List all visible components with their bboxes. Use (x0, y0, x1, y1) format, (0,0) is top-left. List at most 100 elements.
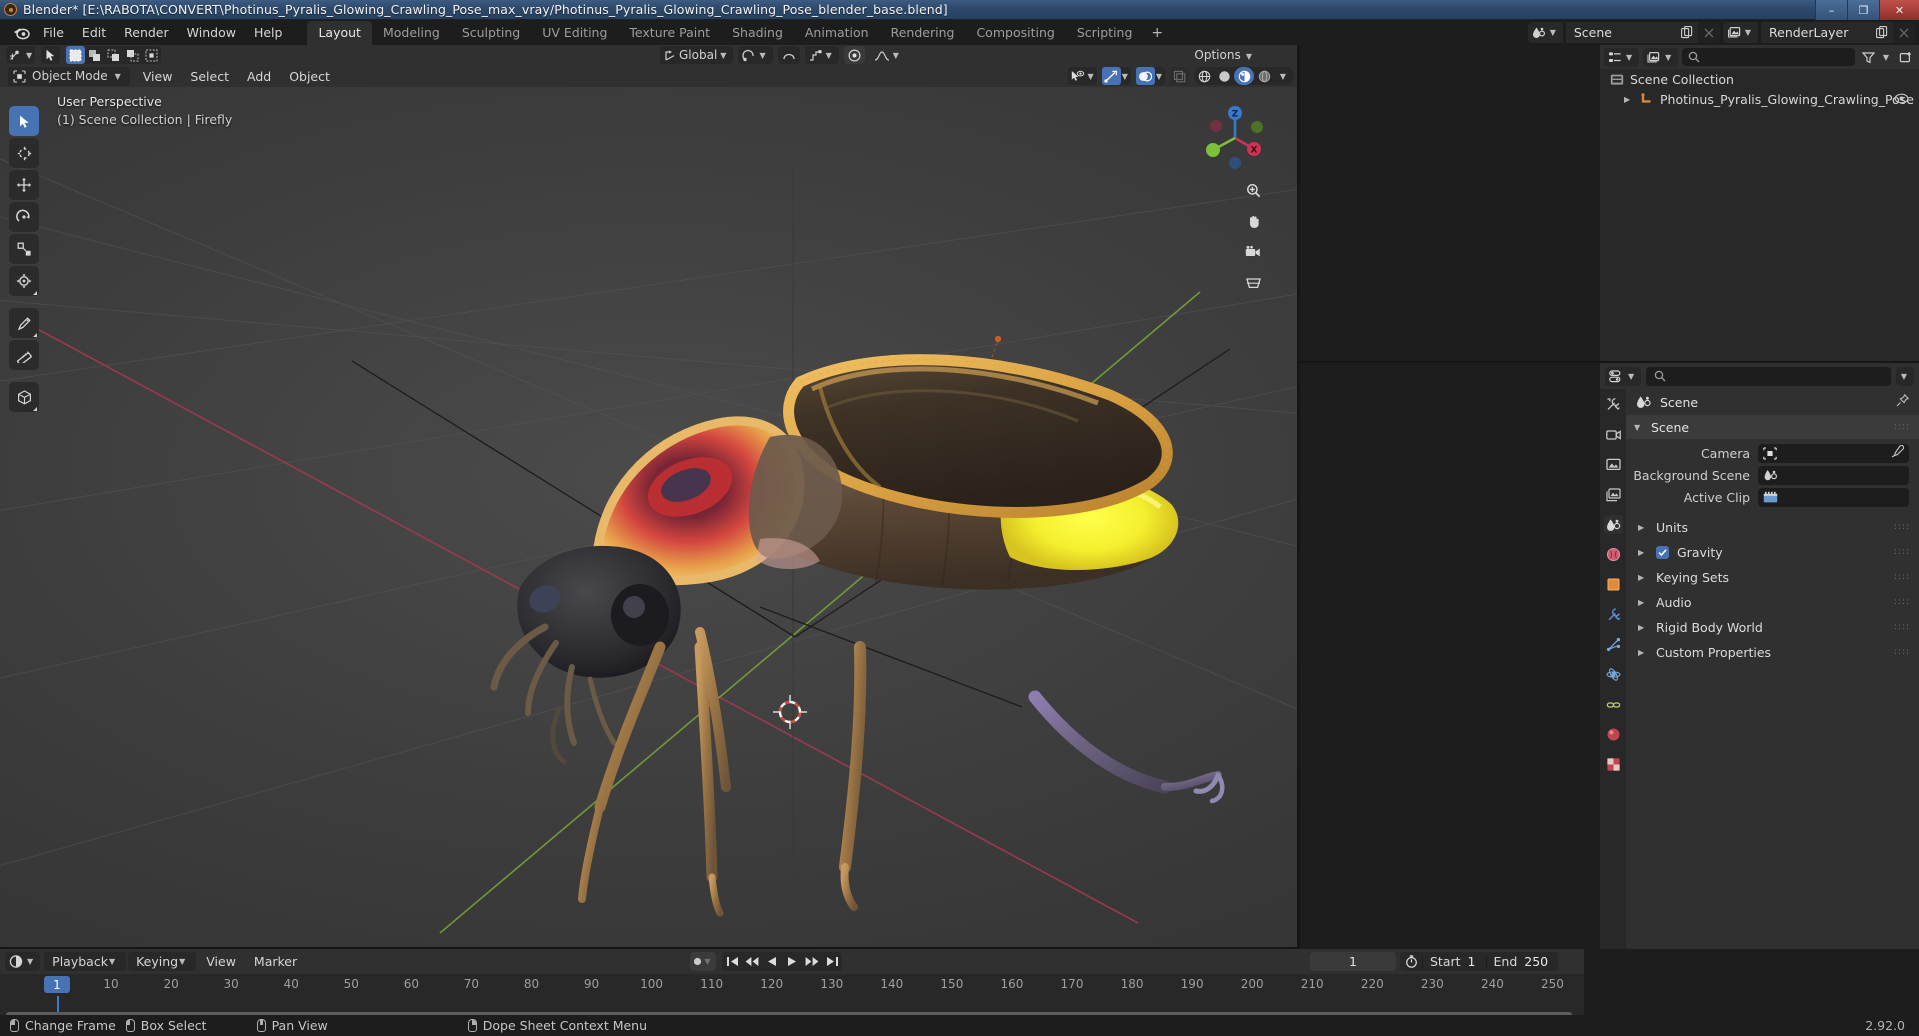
proportional-editing-objects-toggle[interactable] (843, 46, 865, 64)
pan-hand-icon[interactable] (1242, 210, 1264, 232)
outliner-row[interactable]: ▶ Photinus_Pyralis_Glowing_Crawling_Pose (1600, 89, 1919, 109)
tool-scale[interactable] (9, 234, 39, 264)
tab-render[interactable] (1604, 425, 1623, 444)
workspace-tab-layout[interactable]: Layout (307, 21, 372, 45)
end-frame-value[interactable]: 250 (1524, 954, 1558, 969)
region-divider-horizontal[interactable] (1297, 361, 1919, 363)
collapsed-panel-keying-sets[interactable]: ▶ Keying Sets:::: (1626, 567, 1919, 587)
menu-help[interactable]: Help (245, 22, 292, 44)
shading-options-caret[interactable]: ▼ (1274, 67, 1294, 85)
workspace-tab-uv-editing[interactable]: UV Editing (531, 21, 618, 45)
tab-view-layer[interactable] (1604, 485, 1623, 504)
playhead-frame-indicator[interactable]: 1 (44, 976, 70, 993)
close-button[interactable]: ✕ (1879, 0, 1919, 20)
timeline-menu-view[interactable]: View (198, 953, 244, 970)
gizmo-icon[interactable] (1101, 67, 1121, 85)
minimize-button[interactable]: – (1815, 0, 1847, 20)
property-field[interactable] (1758, 443, 1909, 463)
timeline-menu-playback[interactable]: Playback ▼ (44, 952, 127, 971)
region-divider-vertical[interactable] (1297, 45, 1300, 949)
tool-measure[interactable] (9, 340, 39, 370)
properties-options-dropdown[interactable]: ▼ (1895, 366, 1914, 386)
outliner-row[interactable]: Scene Collection (1600, 69, 1919, 89)
collapsed-panel-units[interactable]: ▶ Units:::: (1626, 517, 1919, 537)
editor-type-selector[interactable]: ▼ (6, 46, 36, 64)
start-frame-value[interactable]: 1 (1468, 954, 1486, 969)
pin-icon[interactable] (1896, 393, 1910, 411)
menu-render[interactable]: Render (115, 22, 178, 44)
proportional-falloff-dropdown[interactable]: ▼ (804, 46, 839, 64)
collapsed-panel-custom-properties[interactable]: ▶ Custom Properties:::: (1626, 642, 1919, 662)
collapsed-panel-rigid-body-world[interactable]: ▶ Rigid Body World:::: (1626, 617, 1919, 637)
tool-move[interactable] (9, 170, 39, 200)
shading-material-icon[interactable] (1234, 67, 1254, 85)
eye-icon[interactable] (1894, 92, 1909, 107)
select-set-icon[interactable] (66, 46, 86, 64)
add-workspace-button[interactable]: + (1143, 22, 1171, 44)
scene-name-field[interactable]: Scene (1565, 22, 1720, 43)
menu-file[interactable]: File (34, 22, 73, 44)
menu-edit[interactable]: Edit (73, 22, 115, 44)
workspace-tab-modeling[interactable]: Modeling (372, 21, 451, 45)
workspace-tab-scripting[interactable]: Scripting (1066, 21, 1144, 45)
auto-keying-toggle[interactable]: ▼ (690, 952, 716, 971)
select-subtract-icon[interactable] (104, 46, 123, 64)
workspace-tab-compositing[interactable]: Compositing (965, 21, 1065, 45)
outliner-display-mode-dropdown[interactable]: ▼ (1643, 47, 1679, 67)
tab-texture[interactable] (1604, 755, 1623, 774)
viewport-options-dropdown[interactable]: Options (1194, 48, 1240, 62)
property-field[interactable] (1758, 487, 1909, 507)
viewport-menu-view[interactable]: View (135, 68, 181, 85)
workspace-tab-shading[interactable]: Shading (721, 21, 794, 45)
jump-to-end-button[interactable] (822, 952, 842, 971)
unlink-scene-button[interactable] (1697, 22, 1720, 43)
tab-physics[interactable] (1604, 665, 1623, 684)
viewport-menu-object[interactable]: Object (281, 68, 338, 85)
scene-panel-header[interactable]: ▼ Scene :::: (1626, 415, 1919, 439)
menu-window[interactable]: Window (178, 22, 245, 44)
shading-rendered-icon[interactable] (1254, 67, 1274, 85)
overlays-icon[interactable] (1135, 67, 1155, 85)
shading-wireframe-icon[interactable] (1194, 67, 1214, 85)
blender-logo-icon[interactable] (8, 25, 34, 40)
maximize-button[interactable]: ❐ (1847, 0, 1879, 20)
collapsed-panel-audio[interactable]: ▶ Audio:::: (1626, 592, 1919, 612)
outliner-new-collection-icon[interactable] (1896, 48, 1915, 66)
falloff-curve-dropdown[interactable]: ▼ (870, 46, 906, 64)
proportional-editing-toggle[interactable] (777, 46, 800, 64)
tab-material[interactable] (1604, 725, 1623, 744)
tool-rotate[interactable] (9, 202, 39, 232)
tab-tool[interactable] (1604, 395, 1623, 414)
outliner-editor-type-selector[interactable]: ▼ (1604, 47, 1640, 67)
firefly-model[interactable] (0, 87, 1297, 949)
current-frame-field[interactable]: 1 (1310, 952, 1396, 971)
checkbox-checked[interactable] (1656, 545, 1669, 559)
tweak-tool-button[interactable] (41, 46, 61, 64)
new-view-layer-button[interactable] (1871, 22, 1893, 43)
xray-icon[interactable] (1170, 67, 1189, 85)
view-layer-field[interactable]: RenderLayer (1761, 22, 1915, 43)
outliner-filter-icon[interactable] (1859, 48, 1878, 66)
camera-view-icon[interactable] (1242, 241, 1264, 263)
timeline-menu-keying[interactable]: Keying ▼ (128, 952, 197, 971)
tab-object[interactable] (1604, 575, 1623, 594)
tab-constraints[interactable] (1604, 695, 1623, 714)
property-field[interactable] (1758, 465, 1909, 485)
tool-select-box[interactable] (9, 106, 39, 136)
timeline-menu-marker[interactable]: Marker (246, 953, 305, 970)
object-visibility-dropdown[interactable]: ▼ (1067, 67, 1097, 85)
tab-output[interactable] (1604, 455, 1623, 474)
play-reverse-button[interactable] (762, 952, 782, 971)
overlays-toggle-group[interactable]: ▼ (1135, 67, 1165, 85)
tab-modifiers[interactable] (1604, 605, 1623, 624)
toggle-orthographic-icon[interactable] (1242, 272, 1264, 294)
viewport-3d[interactable]: User Perspective (1) Scene Collection | … (0, 87, 1297, 949)
tab-particles[interactable] (1604, 635, 1623, 654)
timeline-editor-type-selector[interactable]: ▼ (5, 952, 41, 971)
shading-solid-icon[interactable] (1214, 67, 1234, 85)
interaction-mode-dropdown[interactable]: Object Mode ▼ (8, 66, 130, 86)
viewport-menu-select[interactable]: Select (182, 68, 237, 85)
jump-to-prev-keyframe-button[interactable] (742, 952, 762, 971)
chevron-right-icon[interactable]: ▶ (1624, 95, 1634, 104)
region-divider-timeline[interactable] (0, 947, 1297, 949)
